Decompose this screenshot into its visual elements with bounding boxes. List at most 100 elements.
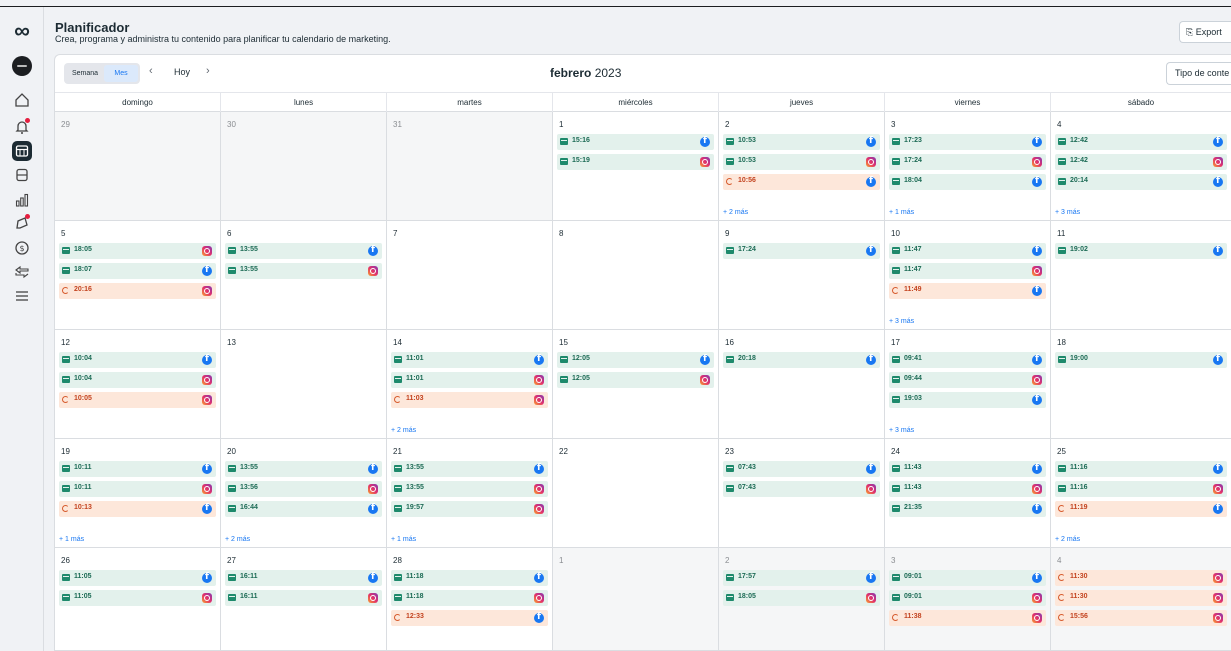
scheduled-post[interactable]: 11:16 — [1055, 461, 1227, 477]
scheduled-post[interactable]: 17:57 — [723, 570, 880, 586]
day-cell[interactable]: 25 11:16 11:16 11:19 + 2 más — [1051, 439, 1231, 548]
scheduled-post[interactable]: 12:42 — [1055, 154, 1227, 170]
more-posts-link[interactable]: + 2 más — [1055, 536, 1080, 543]
scheduled-post[interactable]: 21:35 — [889, 501, 1046, 517]
account-avatar[interactable] — [12, 56, 32, 76]
scheduled-post[interactable]: 17:24 — [889, 154, 1046, 170]
scheduled-post[interactable]: 18:07 — [59, 263, 216, 279]
day-cell[interactable]: 9 17:24 — [719, 221, 885, 330]
scheduled-post[interactable]: 12:42 — [1055, 134, 1227, 150]
menu-icon[interactable] — [12, 286, 32, 306]
draft-post[interactable]: 20:16 — [59, 283, 216, 299]
draft-post[interactable]: 11:30 — [1055, 590, 1227, 606]
day-cell[interactable]: 18 19:00 — [1051, 330, 1231, 439]
more-posts-link[interactable]: + 2 más — [391, 427, 416, 434]
scheduled-post[interactable]: 13:55 — [225, 263, 382, 279]
draft-post[interactable]: 11:49 — [889, 283, 1046, 299]
scheduled-post[interactable]: 16:44 — [225, 501, 382, 517]
day-cell[interactable]: 2 10:53 10:53 10:56 + 2 más — [719, 112, 885, 221]
day-cell[interactable]: 15 12:05 12:05 — [553, 330, 719, 439]
day-cell[interactable]: 6 13:55 13:55 — [221, 221, 387, 330]
day-cell[interactable]: 29 — [55, 112, 221, 221]
scheduled-post[interactable]: 12:05 — [557, 372, 714, 388]
content-icon[interactable] — [12, 165, 32, 185]
scheduled-post[interactable]: 11:05 — [59, 570, 216, 586]
scheduled-post[interactable]: 13:56 — [225, 481, 382, 497]
monetization-icon[interactable]: $ — [12, 238, 32, 258]
scheduled-post[interactable]: 11:18 — [391, 570, 548, 586]
scheduled-post[interactable]: 19:03 — [889, 392, 1046, 408]
day-cell[interactable]: 10 11:47 11:47 11:49 + 3 más — [885, 221, 1051, 330]
day-cell[interactable]: 3 09:01 09:01 11:38 — [885, 548, 1051, 650]
day-cell[interactable]: 17 09:41 09:44 19:03 + 3 más — [885, 330, 1051, 439]
scheduled-post[interactable]: 10:04 — [59, 372, 216, 388]
draft-post[interactable]: 11:38 — [889, 610, 1046, 626]
draft-post[interactable]: 12:33 — [391, 610, 548, 626]
scheduled-post[interactable]: 09:44 — [889, 372, 1046, 388]
draft-post[interactable]: 11:19 — [1055, 501, 1227, 517]
scheduled-post[interactable]: 13:55 — [225, 461, 382, 477]
more-posts-link[interactable]: + 1 más — [391, 536, 416, 543]
day-cell[interactable]: 13 — [221, 330, 387, 439]
draft-post[interactable]: 10:13 — [59, 501, 216, 517]
more-posts-link[interactable]: + 3 más — [889, 427, 914, 434]
day-cell[interactable]: 11 19:02 — [1051, 221, 1231, 330]
scheduled-post[interactable]: 16:11 — [225, 590, 382, 606]
day-cell[interactable]: 7 — [387, 221, 553, 330]
prev-month-button[interactable]: ‹ — [149, 65, 153, 77]
scheduled-post[interactable]: 17:24 — [723, 243, 880, 259]
inbox-icon[interactable] — [12, 262, 32, 282]
scheduled-post[interactable]: 19:57 — [391, 501, 548, 517]
draft-post[interactable]: 10:56 — [723, 174, 880, 190]
scheduled-post[interactable]: 10:04 — [59, 352, 216, 368]
scheduled-post[interactable]: 11:47 — [889, 243, 1046, 259]
scheduled-post[interactable]: 19:00 — [1055, 352, 1227, 368]
more-posts-link[interactable]: + 1 más — [889, 209, 914, 216]
scheduled-post[interactable]: 16:11 — [225, 570, 382, 586]
draft-post[interactable]: 15:56 — [1055, 610, 1227, 626]
scheduled-post[interactable]: 13:55 — [391, 481, 548, 497]
scheduled-post[interactable]: 09:41 — [889, 352, 1046, 368]
scheduled-post[interactable]: 15:16 — [557, 134, 714, 150]
more-posts-link[interactable]: + 1 más — [59, 536, 84, 543]
view-week-button[interactable]: Semana — [66, 65, 104, 82]
more-posts-link[interactable]: + 2 más — [225, 536, 250, 543]
scheduled-post[interactable]: 07:43 — [723, 461, 880, 477]
scheduled-post[interactable]: 11:43 — [889, 461, 1046, 477]
scheduled-post[interactable]: 18:05 — [59, 243, 216, 259]
day-cell[interactable]: 23 07:43 07:43 — [719, 439, 885, 548]
scheduled-post[interactable]: 11:43 — [889, 481, 1046, 497]
scheduled-post[interactable]: 20:18 — [723, 352, 880, 368]
day-cell[interactable]: 27 16:11 16:11 — [221, 548, 387, 650]
scheduled-post[interactable]: 13:55 — [225, 243, 382, 259]
day-cell[interactable]: 4 11:30 11:30 15:56 — [1051, 548, 1231, 650]
day-cell[interactable]: 5 18:05 18:07 20:16 — [55, 221, 221, 330]
home-icon[interactable] — [12, 90, 32, 110]
scheduled-post[interactable]: 12:05 — [557, 352, 714, 368]
scheduled-post[interactable]: 11:05 — [59, 590, 216, 606]
day-cell[interactable]: 1 — [553, 548, 719, 650]
draft-post[interactable]: 11:30 — [1055, 570, 1227, 586]
planner-icon[interactable] — [12, 141, 32, 161]
day-cell[interactable]: 19 10:11 10:11 10:13 + 1 más — [55, 439, 221, 548]
day-cell[interactable]: 21 13:55 13:55 19:57 + 1 más — [387, 439, 553, 548]
day-cell[interactable]: 2 17:57 18:05 — [719, 548, 885, 650]
next-month-button[interactable]: › — [206, 65, 210, 77]
scheduled-post[interactable]: 11:16 — [1055, 481, 1227, 497]
scheduled-post[interactable]: 13:55 — [391, 461, 548, 477]
day-cell[interactable]: 12 10:04 10:04 10:05 — [55, 330, 221, 439]
scheduled-post[interactable]: 09:01 — [889, 590, 1046, 606]
scheduled-post[interactable]: 07:43 — [723, 481, 880, 497]
more-posts-link[interactable]: + 3 más — [1055, 209, 1080, 216]
scheduled-post[interactable]: 18:04 — [889, 174, 1046, 190]
insights-icon[interactable] — [12, 190, 32, 210]
scheduled-post[interactable]: 15:19 — [557, 154, 714, 170]
scheduled-post[interactable]: 11:18 — [391, 590, 548, 606]
scheduled-post[interactable]: 20:14 — [1055, 174, 1227, 190]
more-posts-link[interactable]: + 2 más — [723, 209, 748, 216]
scheduled-post[interactable]: 10:11 — [59, 481, 216, 497]
meta-logo-icon[interactable]: ∞ — [7, 20, 37, 42]
scheduled-post[interactable]: 10:53 — [723, 154, 880, 170]
ads-icon[interactable] — [12, 213, 32, 233]
day-cell[interactable]: 1 15:16 15:19 — [553, 112, 719, 221]
